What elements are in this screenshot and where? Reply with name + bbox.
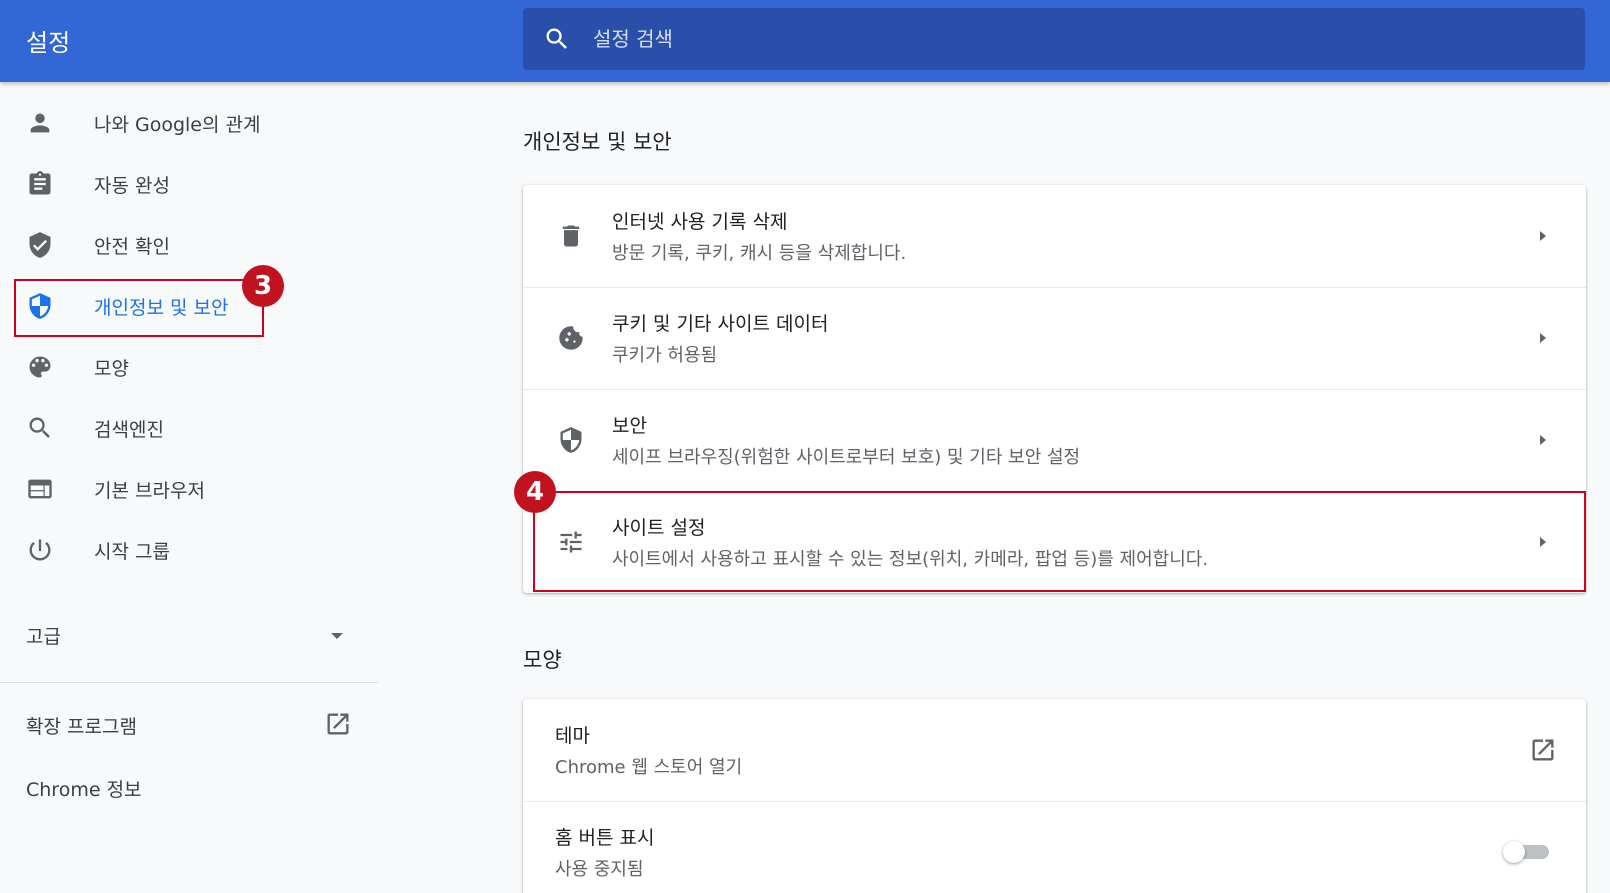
home-button-toggle[interactable] (1503, 841, 1551, 863)
clipboard-icon (29, 171, 51, 195)
highlight-box-site-settings (533, 491, 1586, 592)
trash-icon (562, 225, 580, 247)
browser-icon (28, 479, 52, 499)
search-box[interactable] (523, 8, 1585, 70)
arrow-right-icon (1540, 333, 1546, 343)
sidebar-item-autofill[interactable]: 자동 완성 (0, 155, 378, 213)
sidebar-item-label: 시작 그룹 (94, 540, 170, 563)
row-subtitle: 세이프 브라우징(위험한 사이트로부터 보호) 및 기타 보안 설정 (612, 447, 1081, 468)
row-cookies[interactable]: 쿠키 및 기타 사이트 데이터 쿠키가 허용됨 (523, 287, 1586, 389)
extensions-link[interactable]: 확장 프로그램 (26, 712, 137, 739)
section-title-privacy: 개인정보 및 보안 (523, 130, 672, 154)
palette-icon (29, 356, 51, 378)
toggle-knob (1503, 841, 1525, 863)
search-icon (29, 417, 50, 438)
arrow-drop-down-icon[interactable] (330, 629, 344, 643)
row-subtitle: 쿠키가 허용됨 (612, 345, 718, 366)
row-title: 보안 (612, 415, 647, 437)
sidebar-item-safety-check[interactable]: 안전 확인 (0, 216, 378, 274)
shield-icon (560, 427, 582, 453)
row-subtitle: 방문 기록, 쿠키, 캐시 등을 삭제합니다. (612, 243, 907, 264)
section-title-appearance: 모양 (523, 648, 562, 672)
row-subtitle: 사용 중지됨 (555, 859, 644, 880)
person-icon (30, 113, 50, 133)
divider (523, 801, 1586, 802)
about-chrome-link[interactable]: Chrome 정보 (26, 775, 142, 802)
search-input[interactable] (593, 18, 1493, 60)
appearance-card: 테마 Chrome 웹 스토어 열기 홈 버튼 표시 사용 중지됨 (523, 699, 1586, 893)
row-subtitle: Chrome 웹 스토어 열기 (555, 757, 743, 778)
row-title: 쿠키 및 기타 사이트 데이터 (612, 313, 829, 335)
open-in-new-icon[interactable] (324, 710, 352, 738)
sidebar-item-appearance[interactable]: 모양 (0, 338, 378, 396)
divider (0, 682, 378, 683)
page-title: 설정 (26, 29, 71, 57)
highlight-box-privacy (14, 279, 264, 337)
row-title: 인터넷 사용 기록 삭제 (612, 211, 788, 233)
top-bar: 설정 (0, 0, 1610, 82)
sidebar-item-default-browser[interactable]: 기본 브라우저 (0, 460, 378, 518)
row-show-home-button[interactable]: 홈 버튼 표시 사용 중지됨 (523, 801, 1586, 893)
shield-check-icon (29, 232, 51, 258)
sidebar-item-on-startup[interactable]: 시작 그룹 (0, 521, 378, 579)
row-title: 테마 (555, 725, 590, 747)
search-icon (546, 28, 567, 49)
sidebar-item-label: 나와 Google의 관계 (94, 113, 261, 136)
open-in-new-icon[interactable] (1529, 736, 1557, 764)
step-badge-3: 3 (242, 265, 284, 307)
sidebar-item-label: 검색엔진 (94, 418, 164, 441)
sidebar-item-label: 안전 확인 (94, 235, 170, 258)
sidebar-item-label: 자동 완성 (94, 174, 170, 197)
row-security[interactable]: 보안 세이프 브라우징(위험한 사이트로부터 보호) 및 기타 보안 설정 (523, 389, 1586, 491)
row-clear-browsing-data[interactable]: 인터넷 사용 기록 삭제 방문 기록, 쿠키, 캐시 등을 삭제합니다. (523, 185, 1586, 287)
sidebar-item-search-engine[interactable]: 검색엔진 (0, 399, 378, 457)
advanced-toggle[interactable]: 고급 (26, 622, 61, 649)
sidebar-item-label: 모양 (94, 357, 129, 380)
arrow-right-icon (1540, 231, 1546, 241)
power-icon (29, 539, 51, 561)
row-theme[interactable]: 테마 Chrome 웹 스토어 열기 (523, 699, 1586, 801)
arrow-right-icon (1540, 435, 1546, 445)
divider (523, 287, 1586, 288)
step-badge-4: 4 (514, 471, 556, 513)
row-title: 홈 버튼 표시 (555, 827, 655, 849)
cookie-icon (559, 326, 583, 350)
sidebar-item-label: 기본 브라우저 (94, 479, 205, 502)
divider (523, 389, 1586, 390)
sidebar: 나와 Google의 관계 자동 완성 안전 확인 개인정보 및 보안 모양 검… (0, 82, 378, 893)
sidebar-item-you-and-google[interactable]: 나와 Google의 관계 (0, 94, 378, 152)
